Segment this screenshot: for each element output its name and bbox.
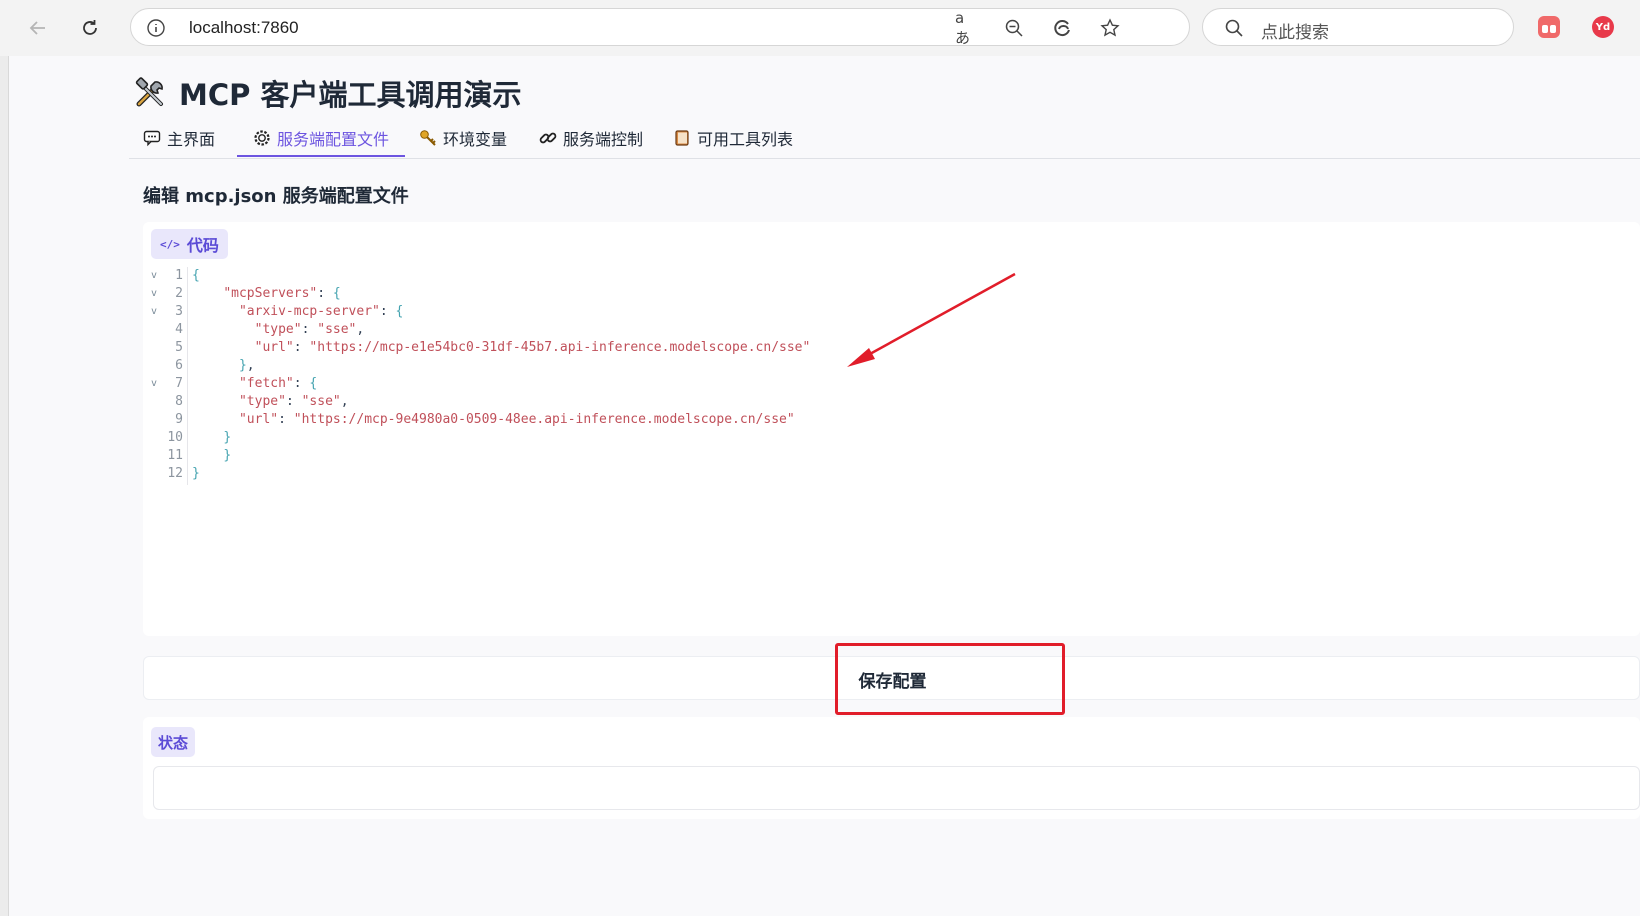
key-icon xyxy=(420,130,436,146)
tab-server-control-label: 服务端控制 xyxy=(563,130,644,149)
browser-essentials-icon[interactable] xyxy=(1051,17,1073,39)
code-token: "sse" xyxy=(317,322,357,337)
code-token: "url" xyxy=(238,412,279,427)
gear-icon xyxy=(254,129,270,146)
save-button-container: 保存配置 xyxy=(143,656,1640,700)
save-config-button[interactable]: 保存配置 xyxy=(144,657,1640,701)
code-line: "mcpServers": { xyxy=(223,286,341,301)
back-arrow-icon xyxy=(29,21,45,35)
address-text[interactable]: localhost:7860 xyxy=(189,18,299,38)
code-line: "arxiv-mcp-server": { xyxy=(238,304,404,319)
book-icon xyxy=(675,130,689,146)
code-icon: </> xyxy=(160,237,180,251)
tab-server-config-label: 服务端配置文件 xyxy=(277,129,390,149)
tab-tool-list[interactable]: 可用工具列表 xyxy=(673,120,793,156)
left-window-edge xyxy=(0,56,9,916)
code-token: "sse" xyxy=(301,394,341,409)
code-line: } xyxy=(192,466,200,481)
browser-toolbar: localhost:7860 aあ 点此搜索 Yd xyxy=(0,0,1640,57)
status-panel: 状态 xyxy=(143,717,1640,819)
address-bar[interactable]: localhost:7860 aあ xyxy=(130,8,1190,47)
profile-extension-icon[interactable]: Yd xyxy=(1592,16,1614,38)
refresh-icon xyxy=(83,20,97,35)
status-output-field[interactable] xyxy=(153,766,1640,810)
translate-icon[interactable]: aあ xyxy=(955,9,977,47)
tab-env-vars[interactable]: 环境变量 xyxy=(419,120,507,156)
code-label-badge: </> 代码 xyxy=(151,229,228,259)
tools-icon xyxy=(135,77,163,107)
code-line: "type": "sse", xyxy=(254,322,365,337)
code-token: { xyxy=(192,268,200,283)
tab-bar: 主界面 服务端配置文件 环境变量 服务端控制 可用工具列表 xyxy=(129,120,1640,159)
code-line: } xyxy=(223,448,232,463)
code-token: "url" xyxy=(254,340,294,355)
tab-server-config[interactable]: 服务端配置文件 xyxy=(237,120,406,157)
tab-server-control[interactable]: 服务端控制 xyxy=(539,120,643,156)
code-line: "fetch": { xyxy=(238,376,318,391)
search-icon xyxy=(1223,17,1245,39)
code-token: "fetch" xyxy=(238,376,294,391)
back-button[interactable] xyxy=(22,12,54,44)
code-token: "mcpServers" xyxy=(223,286,318,301)
section-heading: 编辑 mcp.json 服务端配置文件 xyxy=(143,186,409,207)
refresh-button[interactable] xyxy=(74,12,106,44)
tab-main[interactable]: 主界面 xyxy=(143,120,215,156)
page-title: MCP 客户端工具调用演示 xyxy=(133,72,522,114)
code-editor-panel: </> 代码 v 1 v 2 v 3 4 5 6 v 7 8 9 10 11 12 { "mcpServers… xyxy=(143,222,1640,636)
code-line: }, xyxy=(238,358,255,373)
search-placeholder: 点此搜索 xyxy=(1261,23,1329,43)
code-line: "url": "https://mcp-e1e54bc0-31df-45b7.a… xyxy=(254,340,811,355)
code-token: "https://mcp-9e4980a0-0509-48ee.api-infe… xyxy=(293,412,795,427)
code-line: { xyxy=(143,267,1043,285)
speech-bubble-icon xyxy=(143,130,161,147)
page-title-text: MCP 客户端工具调用演示 xyxy=(179,78,522,112)
code-token: "type" xyxy=(254,322,302,337)
code-token: "arxiv-mcp-server" xyxy=(238,304,380,319)
code-label-text: 代码 xyxy=(186,236,219,255)
favorite-star-icon[interactable] xyxy=(1099,17,1121,39)
code-line: "type": "sse", xyxy=(238,394,349,409)
app-page: MCP 客户端工具调用演示 主界面 服务端配置文件 环境变量 服务端控制 可用工… xyxy=(9,56,1640,916)
code-token: "type" xyxy=(238,394,286,409)
code-editor[interactable]: v 1 v 2 v 3 4 5 6 v 7 8 9 10 11 12 { "mcpServers": { "a… xyxy=(143,267,1640,632)
code-token: "https://mcp-e1e54bc0-31df-45b7.api-infe… xyxy=(309,340,811,355)
profile-extension-label: Yd xyxy=(1595,21,1611,33)
status-label-badge: 状态 xyxy=(151,727,196,757)
tab-env-vars-label: 环境变量 xyxy=(443,130,508,149)
zoom-out-icon[interactable] xyxy=(1003,17,1025,39)
info-icon[interactable] xyxy=(145,17,167,39)
code-line: "url": "https://mcp-9e4980a0-0509-48ee.a… xyxy=(238,412,795,427)
tab-tool-list-label: 可用工具列表 xyxy=(697,130,794,149)
code-line: } xyxy=(223,430,232,445)
extension-icon[interactable] xyxy=(1538,16,1560,38)
browser-search-box[interactable]: 点此搜索 xyxy=(1202,8,1514,46)
link-icon xyxy=(539,132,557,144)
tab-main-label: 主界面 xyxy=(167,130,216,149)
